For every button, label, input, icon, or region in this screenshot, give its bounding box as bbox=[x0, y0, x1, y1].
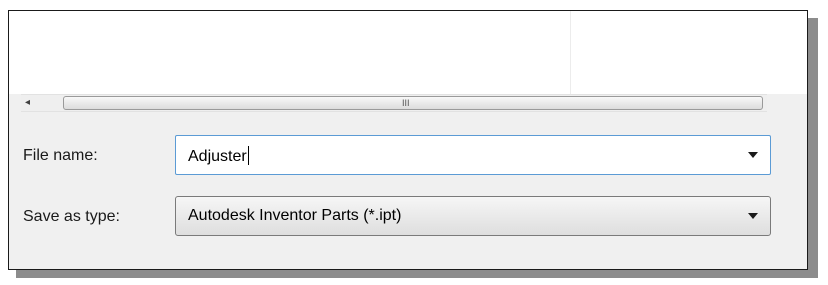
scroll-left-arrow-icon[interactable]: ◂ bbox=[25, 96, 30, 110]
column-divider bbox=[570, 11, 571, 94]
chevron-down-icon[interactable] bbox=[748, 213, 758, 219]
save-as-type-value: Autodesk Inventor Parts (*.ipt) bbox=[188, 207, 402, 224]
save-as-type-label: Save as type: bbox=[23, 208, 120, 225]
save-as-type-select[interactable]: Autodesk Inventor Parts (*.ipt) bbox=[175, 196, 771, 236]
save-dialog: ◂ III File name: Adjuster Save as type: … bbox=[8, 10, 808, 270]
scrollbar-thumb[interactable]: III bbox=[63, 96, 763, 110]
chevron-down-icon[interactable] bbox=[748, 152, 758, 158]
text-cursor bbox=[247, 146, 249, 165]
file-list-area[interactable] bbox=[9, 11, 807, 94]
file-name-input[interactable]: Adjuster bbox=[175, 135, 771, 175]
file-name-label: File name: bbox=[23, 147, 98, 164]
file-name-value[interactable]: Adjuster bbox=[188, 146, 249, 166]
horizontal-scrollbar[interactable]: ◂ III bbox=[21, 94, 767, 112]
scrollbar-grip-icon: III bbox=[402, 98, 410, 108]
